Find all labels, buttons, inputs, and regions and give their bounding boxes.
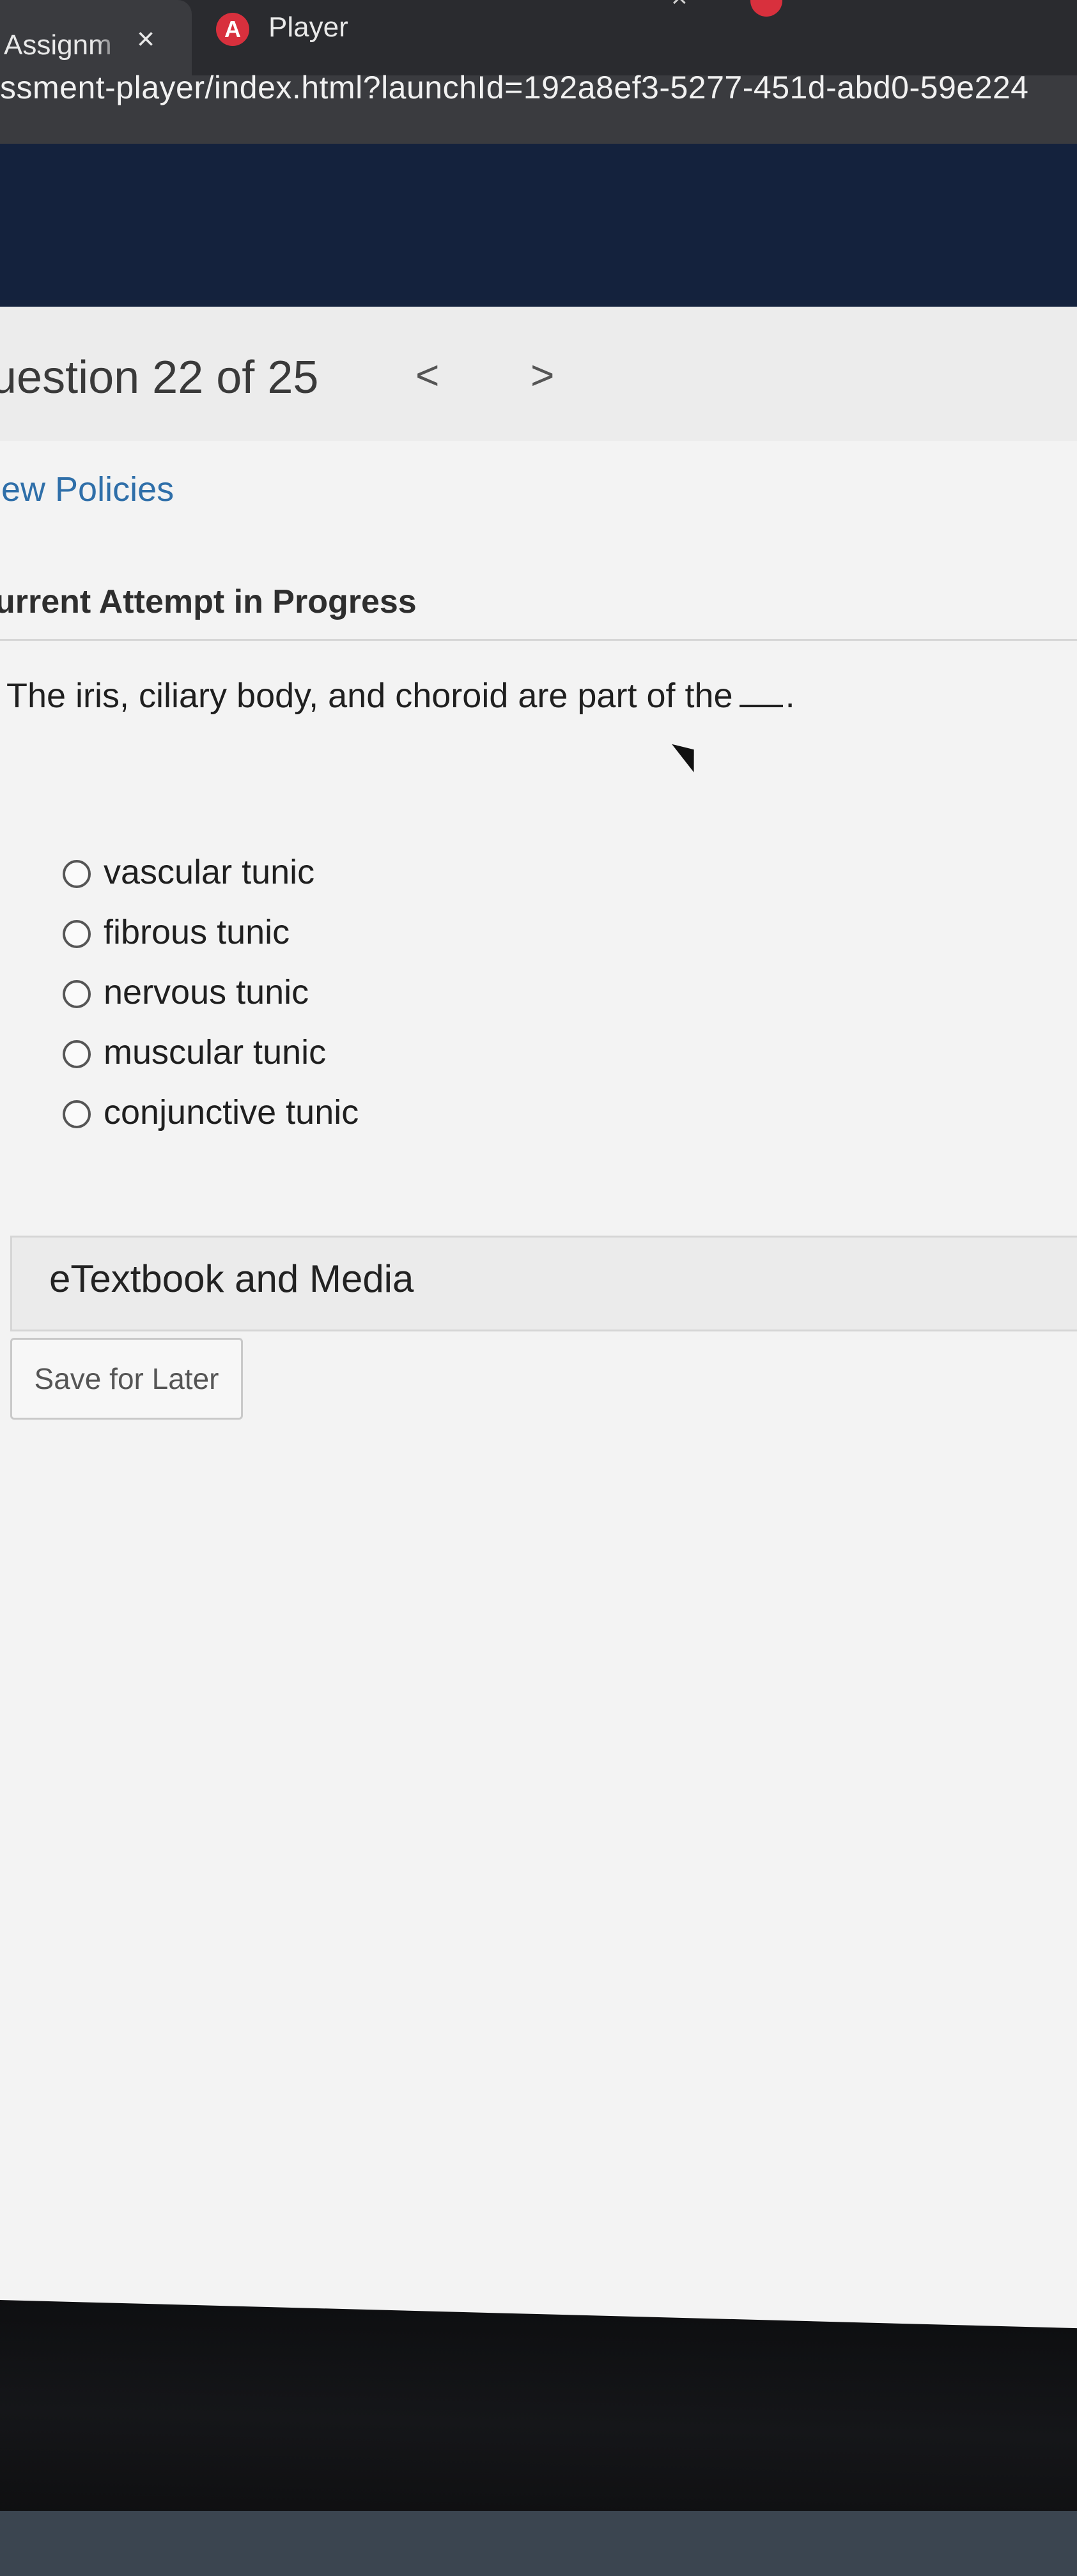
save-for-later-button[interactable]: Save for Later <box>10 1338 243 1420</box>
assessment-page: uestion 22 of 25 < > iew Policies urrent… <box>0 307 1077 2338</box>
option-label[interactable]: muscular tunic <box>104 1032 326 1072</box>
app-logo-icon: A <box>216 13 249 46</box>
screen: Assignm × A Player × ssment-player/index… <box>0 0 1077 2576</box>
browser-tab-player[interactable]: Player <box>268 12 348 43</box>
browser-tab-assignment[interactable]: Assignm × <box>0 0 192 80</box>
option-label[interactable]: fibrous tunic <box>104 912 290 952</box>
option-label[interactable]: nervous tunic <box>104 972 309 1012</box>
radio-icon[interactable] <box>63 1100 91 1128</box>
radio-icon[interactable] <box>63 1040 91 1068</box>
chevron-left-icon[interactable]: < <box>415 351 439 399</box>
app-logo-icon <box>750 0 782 17</box>
url-text[interactable]: ssment-player/index.html?launchId=192a8e… <box>0 69 1029 106</box>
answer-option[interactable]: conjunctive tunic <box>59 1087 634 1147</box>
answer-option[interactable]: vascular tunic <box>59 847 634 907</box>
background-surface <box>0 2511 1077 2576</box>
tab-title: Assignm <box>4 29 112 61</box>
question-header: uestion 22 of 25 < > <box>0 307 1077 441</box>
answer-option[interactable]: fibrous tunic <box>59 907 634 967</box>
attempt-status: urrent Attempt in Progress <box>0 583 417 620</box>
radio-icon[interactable] <box>63 980 91 1008</box>
question-counter: uestion 22 of 25 <box>0 352 319 403</box>
mouse-cursor-icon <box>672 735 705 772</box>
answer-option[interactable]: muscular tunic <box>59 1027 634 1087</box>
radio-icon[interactable] <box>63 860 91 888</box>
prompt-period: . <box>785 677 795 715</box>
question-prompt: The iris, ciliary body, and choroid are … <box>6 676 795 716</box>
close-icon[interactable]: × <box>137 22 155 57</box>
chevron-right-icon[interactable]: > <box>531 351 554 399</box>
view-policies-link[interactable]: iew Policies <box>0 470 174 509</box>
etextbook-label: eTextbook and Media <box>49 1257 414 1300</box>
option-label[interactable]: vascular tunic <box>104 852 314 892</box>
answer-option[interactable]: nervous tunic <box>59 967 634 1027</box>
app-header <box>0 144 1077 316</box>
divider <box>0 639 1077 641</box>
close-icon[interactable]: × <box>671 0 688 14</box>
answer-blank <box>739 705 783 707</box>
browser-tab-bar: Assignm × A Player × <box>0 0 1077 80</box>
answer-options: vascular tunic fibrous tunic nervous tun… <box>59 847 634 1147</box>
prompt-text: The iris, ciliary body, and choroid are … <box>6 677 733 715</box>
option-label[interactable]: conjunctive tunic <box>104 1092 359 1132</box>
radio-icon[interactable] <box>63 920 91 948</box>
etextbook-media-panel[interactable]: eTextbook and Media <box>10 1236 1077 1331</box>
